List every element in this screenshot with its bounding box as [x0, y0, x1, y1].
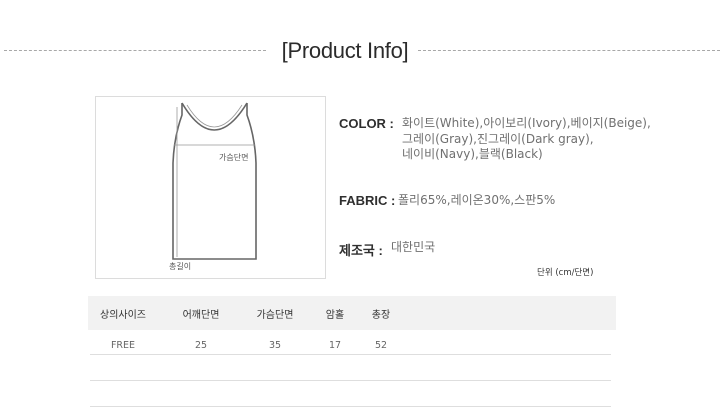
table-row-divider	[90, 380, 611, 381]
neckline	[181, 102, 248, 131]
table-header-cell: 가슴단면	[256, 310, 294, 321]
fabric-value: 폴리65%,레이온30%,스판5%	[398, 193, 556, 207]
table-row-divider	[90, 354, 611, 355]
chest-label: 가슴단면	[219, 153, 249, 162]
title-row: [Product Info]	[0, 36, 724, 66]
table-cell: 17	[328, 340, 342, 351]
color-key: COLOR :	[339, 116, 394, 131]
garment-outline	[172, 103, 257, 260]
fabric-key: FABRIC :	[339, 193, 396, 208]
table-cell: 52	[374, 340, 388, 351]
table-cell: 35	[268, 340, 282, 351]
color-value: 화이트(White),아이보리(Ivory),베이지(Beige), 그레이(G…	[402, 116, 651, 163]
color-line: 화이트(White),아이보리(Ivory),베이지(Beige),	[402, 116, 651, 130]
neckline-inner	[186, 104, 243, 128]
table-cell: FREE	[110, 340, 136, 351]
table-header-cell: 총장	[371, 310, 391, 321]
size-table-header: 상의사이즈 어깨단면 가슴단면 암홀 총장	[88, 296, 616, 330]
measurement-diagram: 가슴단면 총길이	[95, 96, 326, 279]
color-line: 그레이(Gray),진그레이(Dark gray),	[402, 131, 594, 146]
length-label: 총길이	[169, 262, 192, 271]
unit-note: 단위 (cm/단면)	[537, 268, 594, 278]
table-header-cell: 상의사이즈	[100, 310, 146, 321]
table-header-cell: 암홀	[325, 310, 345, 321]
page-title: [Product Info]	[281, 38, 409, 63]
table-header-cell: 어깨단면	[182, 310, 220, 321]
origin-key: 제조국 :	[339, 243, 383, 258]
table-cell: 25	[194, 340, 208, 351]
color-line: 네이비(Navy),블랙(Black)	[402, 147, 543, 161]
title-divider-right	[418, 50, 720, 51]
table-row-divider	[90, 406, 611, 407]
tank-top-illustration	[172, 102, 257, 260]
title-divider-left	[4, 50, 266, 51]
origin-value: 대한민국	[391, 240, 436, 254]
